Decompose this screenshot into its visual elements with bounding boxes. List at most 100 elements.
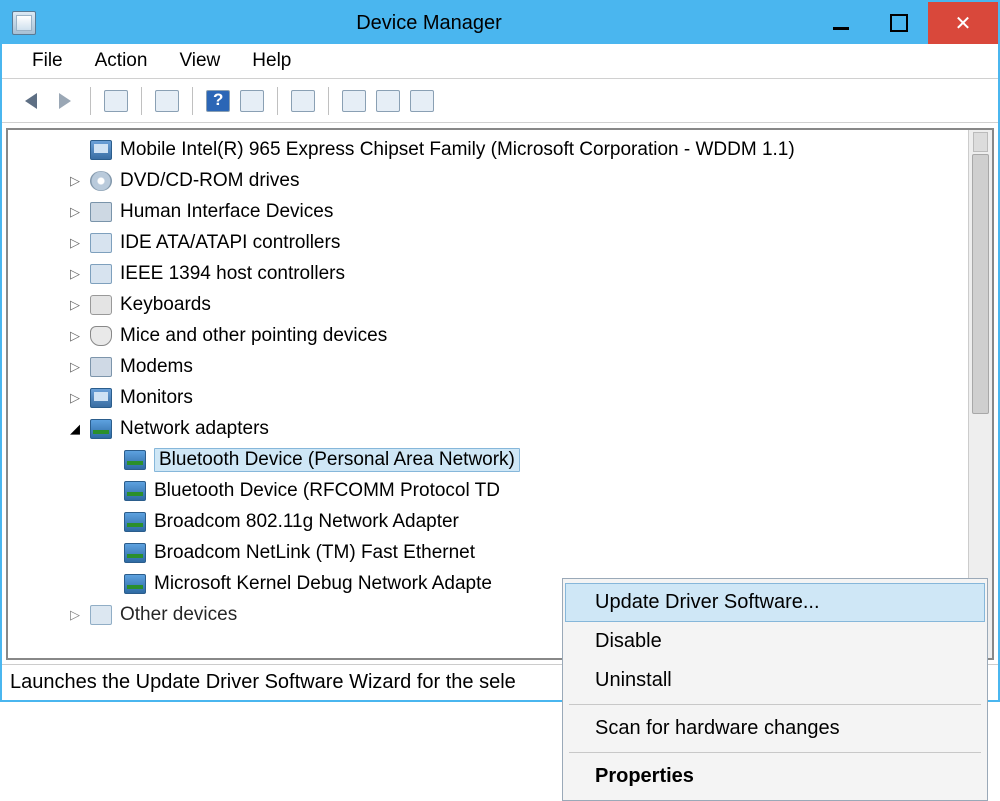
network-adapter-icon <box>124 574 146 594</box>
tree-label-selected: Bluetooth Device (Personal Area Network) <box>154 448 520 472</box>
help-button[interactable] <box>203 86 233 116</box>
tree-label: Broadcom 802.11g Network Adapter <box>154 511 459 533</box>
tree-label: Monitors <box>120 387 193 409</box>
update-icon <box>342 90 366 112</box>
properties-button[interactable] <box>152 86 182 116</box>
network-adapter-icon <box>124 512 146 532</box>
window-controls: ✕ <box>812 2 998 44</box>
toolbar-separator <box>141 87 142 115</box>
tree-label: Broadcom NetLink (TM) Fast Ethernet <box>154 542 475 564</box>
optical-drive-icon <box>90 171 112 191</box>
keyboard-icon <box>90 295 112 315</box>
uninstall-icon <box>376 90 400 112</box>
ctx-label: Scan for hardware changes <box>595 717 840 739</box>
scrollbar-thumb[interactable] <box>972 154 989 414</box>
tree-item-1394[interactable]: ▷ IEEE 1394 host controllers <box>68 258 992 289</box>
tree-label: Mice and other pointing devices <box>120 325 387 347</box>
tree-label: Mobile Intel(R) 965 Express Chipset Fami… <box>120 139 795 161</box>
mouse-icon <box>90 326 112 346</box>
maximize-button[interactable] <box>870 2 928 44</box>
expand-icon[interactable]: ▷ <box>68 328 82 344</box>
tree-label: Other devices <box>120 604 237 626</box>
tree-item-modems[interactable]: ▷ Modems <box>68 351 992 382</box>
expand-icon[interactable]: ▷ <box>68 359 82 375</box>
collapse-icon[interactable]: ◢ <box>68 421 82 437</box>
uninstall-button[interactable] <box>373 86 403 116</box>
other-devices-icon <box>90 605 112 625</box>
network-category-icon <box>90 419 112 439</box>
panel-icon <box>104 90 128 112</box>
tree-label: Keyboards <box>120 294 211 316</box>
ctx-disable[interactable]: Disable <box>565 622 985 661</box>
device-manager-window: Device Manager ✕ File Action View Help <box>0 0 1000 702</box>
toolbar <box>2 79 998 123</box>
expand-icon[interactable]: ▷ <box>68 235 82 251</box>
ctx-scan[interactable]: Scan for hardware changes <box>565 709 985 748</box>
expand-icon[interactable]: ▷ <box>68 204 82 220</box>
ctx-separator <box>569 752 981 753</box>
ctx-properties[interactable]: Properties <box>565 757 985 796</box>
tree-label: DVD/CD-ROM drives <box>120 170 299 192</box>
action-button[interactable] <box>237 86 267 116</box>
show-hidden-button[interactable] <box>101 86 131 116</box>
tree-item-mice[interactable]: ▷ Mice and other pointing devices <box>68 320 992 351</box>
network-adapter-icon <box>124 481 146 501</box>
tree-item-hid[interactable]: ▷ Human Interface Devices <box>68 196 992 227</box>
tree-item-bt-rfcomm[interactable]: Bluetooth Device (RFCOMM Protocol TD <box>68 475 992 506</box>
expand-icon[interactable]: ▷ <box>68 266 82 282</box>
tree-label: IDE ATA/ATAPI controllers <box>120 232 340 254</box>
ctx-label: Disable <box>595 630 662 652</box>
tree-item-monitors[interactable]: ▷ Monitors <box>68 382 992 413</box>
tree-label: Microsoft Kernel Debug Network Adapte <box>154 573 492 595</box>
tree-item-bt-pan[interactable]: Bluetooth Device (Personal Area Network) <box>68 444 992 475</box>
tree-label: Modems <box>120 356 193 378</box>
tree-label: Human Interface Devices <box>120 201 333 223</box>
expand-icon[interactable]: ▷ <box>68 607 82 623</box>
ctx-separator <box>569 704 981 705</box>
minimize-button[interactable] <box>812 2 870 44</box>
expand-icon[interactable]: ▷ <box>68 297 82 313</box>
firewire-icon <box>90 264 112 284</box>
close-button[interactable]: ✕ <box>928 2 998 44</box>
menu-help[interactable]: Help <box>252 50 291 72</box>
tree-item-keyboards[interactable]: ▷ Keyboards <box>68 289 992 320</box>
context-menu: Update Driver Software... Disable Uninst… <box>562 578 988 801</box>
tree-item-broadcom-eth[interactable]: Broadcom NetLink (TM) Fast Ethernet <box>68 537 992 568</box>
monitor-icon <box>90 388 112 408</box>
menu-action[interactable]: Action <box>95 50 148 72</box>
tree-item-broadcom-wifi[interactable]: Broadcom 802.11g Network Adapter <box>68 506 992 537</box>
tree-label: Bluetooth Device (RFCOMM Protocol TD <box>154 480 500 502</box>
ide-icon <box>90 233 112 253</box>
ctx-label: Properties <box>595 765 694 787</box>
forward-button[interactable] <box>50 86 80 116</box>
arrow-left-icon <box>25 93 37 109</box>
back-button[interactable] <box>16 86 46 116</box>
menu-file[interactable]: File <box>32 50 63 72</box>
network-adapter-icon <box>124 543 146 563</box>
update-driver-button[interactable] <box>339 86 369 116</box>
expand-icon[interactable]: ▷ <box>68 390 82 406</box>
modem-icon <box>90 357 112 377</box>
disable-button[interactable] <box>407 86 437 116</box>
menubar: File Action View Help <box>2 44 998 79</box>
tree-item-dvd[interactable]: ▷ DVD/CD-ROM drives <box>68 165 992 196</box>
ctx-update-driver[interactable]: Update Driver Software... <box>565 583 985 622</box>
ctx-label: Uninstall <box>595 669 672 691</box>
toolbar-separator <box>277 87 278 115</box>
window-title: Device Manager <box>46 12 812 35</box>
content-area: Mobile Intel(R) 965 Express Chipset Fami… <box>2 123 998 664</box>
tree-item-ide[interactable]: ▷ IDE ATA/ATAPI controllers <box>68 227 992 258</box>
tree-item-chipset[interactable]: Mobile Intel(R) 965 Express Chipset Fami… <box>68 134 992 165</box>
toolbar-separator <box>328 87 329 115</box>
app-icon <box>12 11 36 35</box>
expand-icon[interactable]: ▷ <box>68 173 82 189</box>
tree-item-network-adapters[interactable]: ◢ Network adapters <box>68 413 992 444</box>
statusbar-text: Launches the Update Driver Software Wiza… <box>10 671 516 693</box>
tree-label: Network adapters <box>120 418 269 440</box>
action-icon <box>240 90 264 112</box>
hid-icon <box>90 202 112 222</box>
menu-view[interactable]: View <box>179 50 220 72</box>
ctx-label: Update Driver Software... <box>595 591 820 613</box>
scan-button[interactable] <box>288 86 318 116</box>
ctx-uninstall[interactable]: Uninstall <box>565 661 985 700</box>
